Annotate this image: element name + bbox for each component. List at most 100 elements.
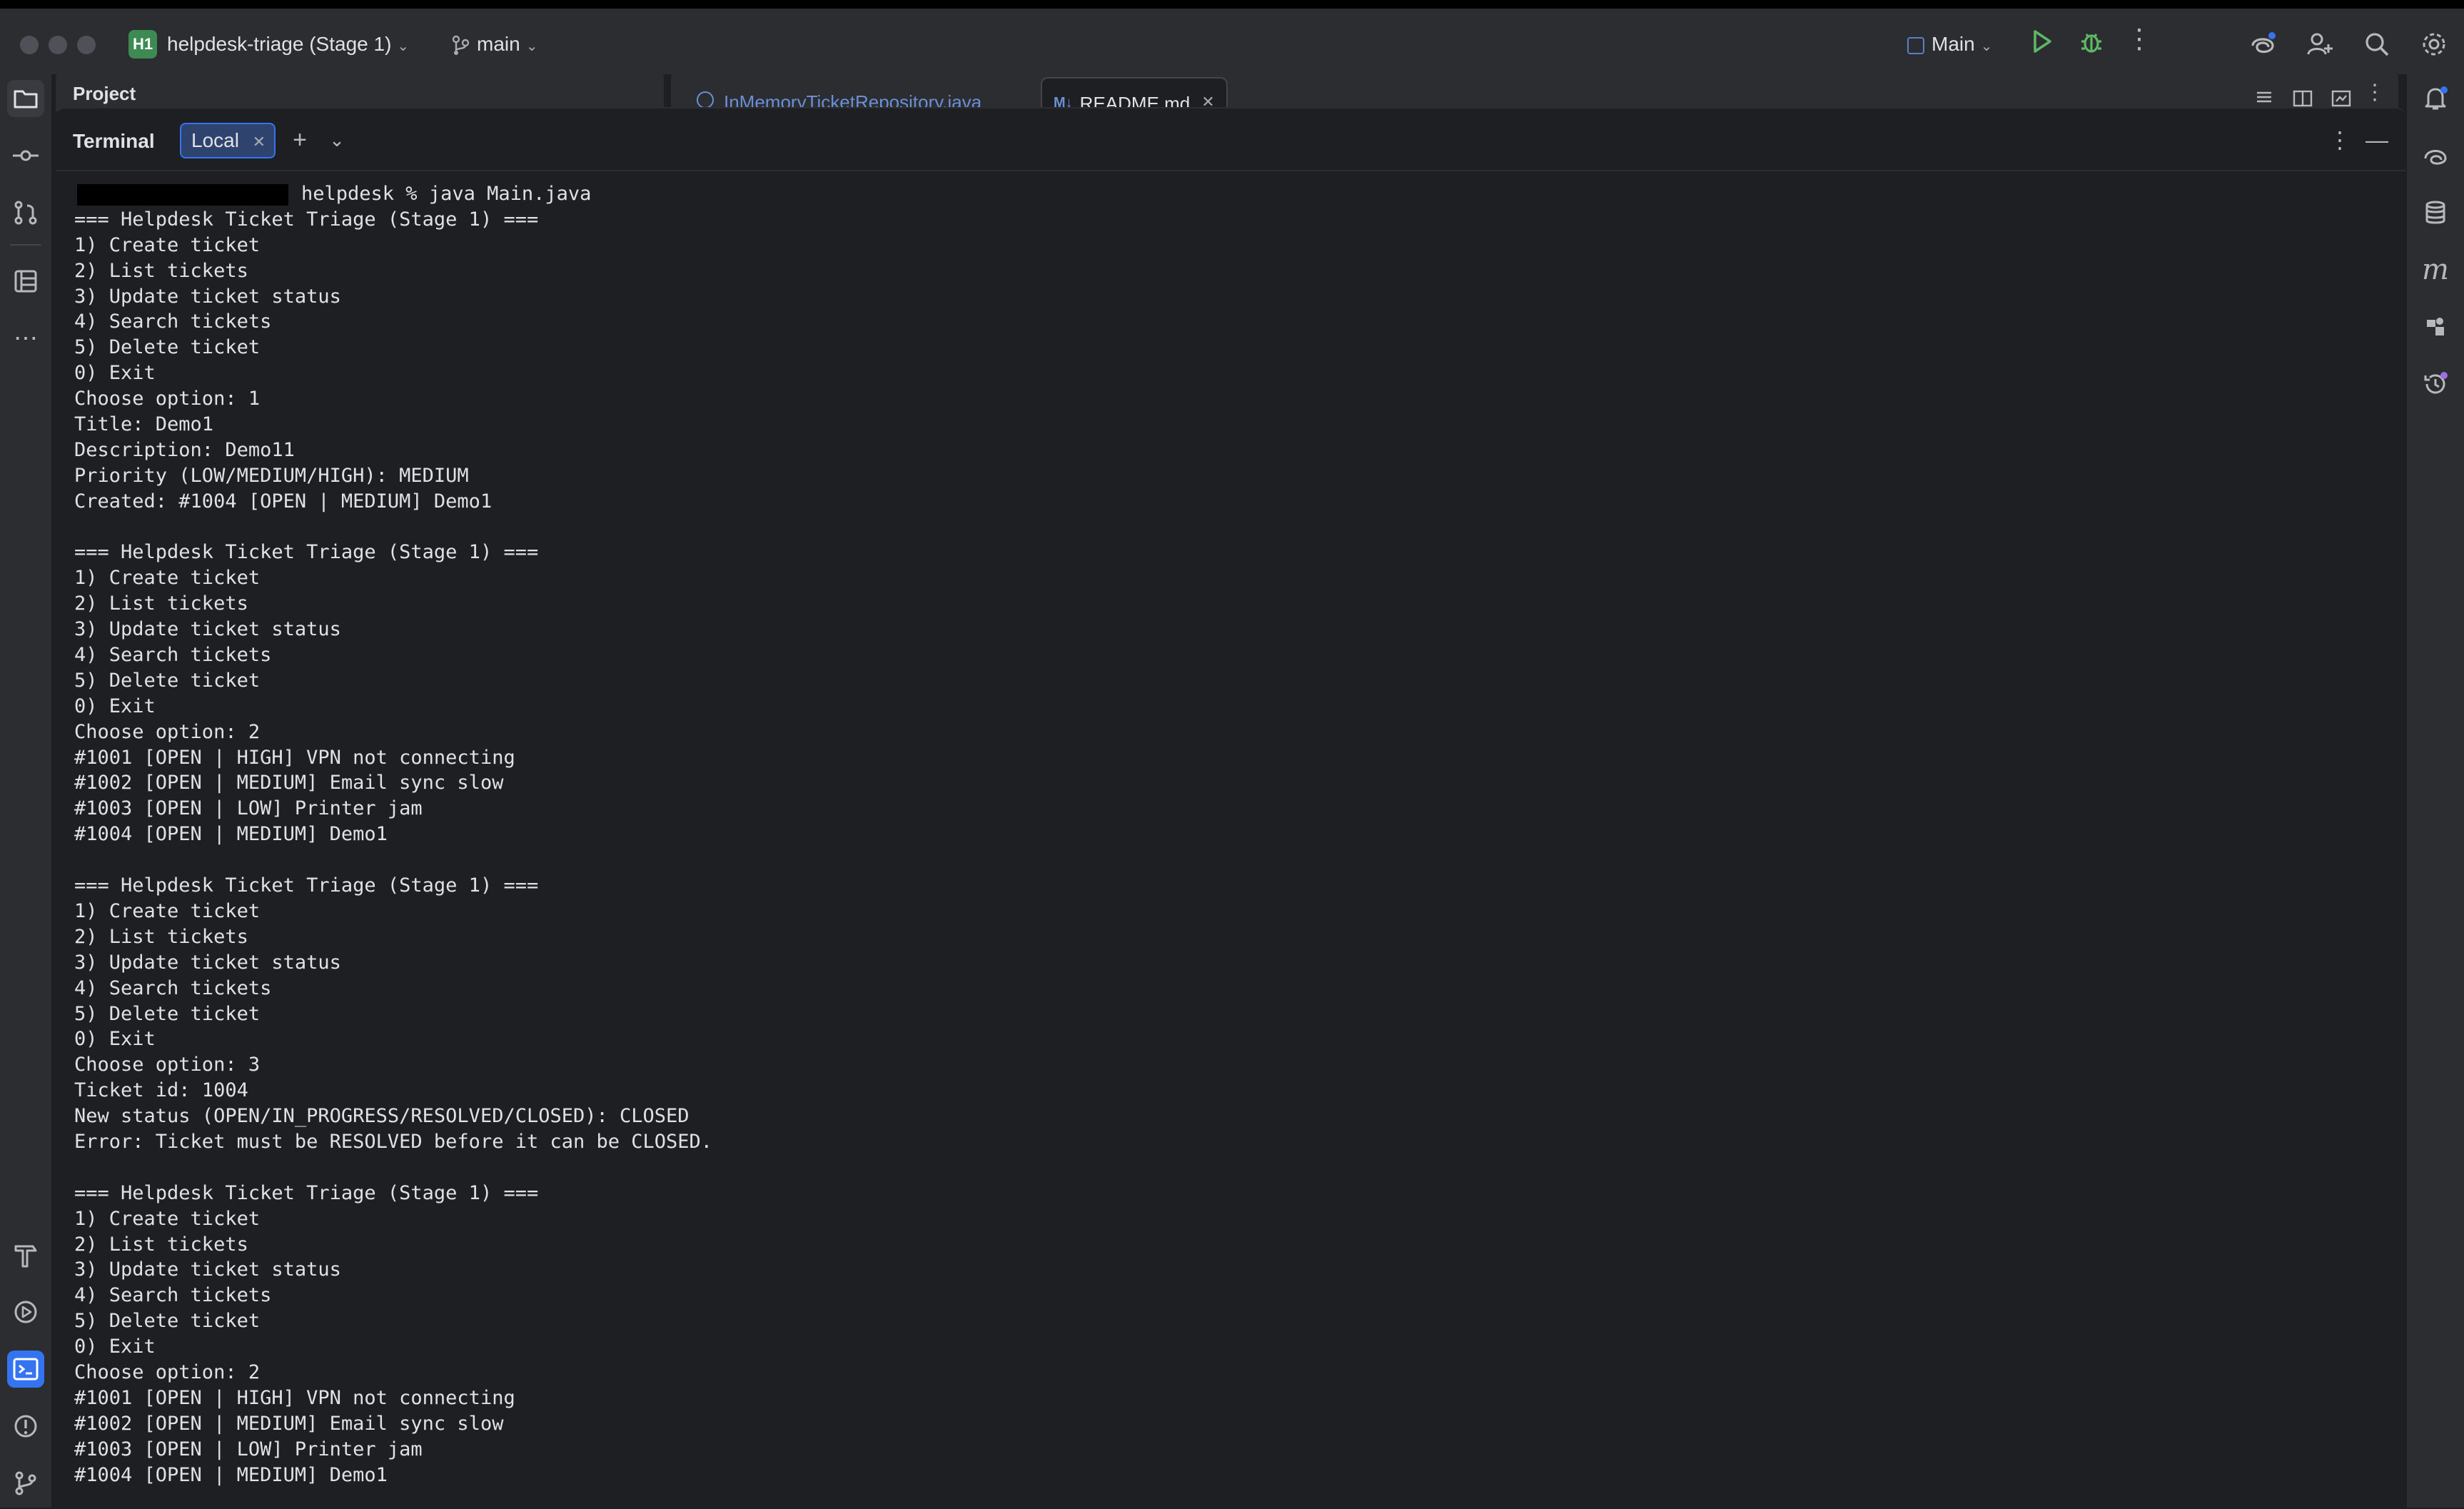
folder-icon[interactable] [7,80,44,117]
project-switcher[interactable]: helpdesk-triage (Stage 1) ⌄ [167,33,409,56]
project-label: Project [73,83,136,104]
terminal-line: Choose option: 3 [74,1054,261,1076]
terminal-line: 5) Delete ticket [74,1002,261,1025]
window-close-button[interactable] [20,36,39,54]
terminal-line: #1004 [OPEN | MEDIUM] Demo1 [74,1463,388,1486]
editor-tab-inmemory-repo[interactable]: InMemoryTicketRepository.java [685,77,993,111]
terminal-line: 2) List tickets [74,1233,248,1256]
terminal-title: Terminal [73,130,155,152]
new-terminal-tab-icon[interactable]: + [284,124,315,156]
terminal-line: New status (OPEN/IN_PROGRESS/RESOLVED/CL… [74,1105,690,1128]
terminal-line: Created: #1004 [OPEN | MEDIUM] Demo1 [74,490,493,513]
tool-divider [10,244,41,246]
terminal-icon[interactable] [7,1351,44,1388]
chevron-down-icon: ⌄ [397,39,410,54]
screen-top-edge [0,0,2464,9]
branch-icon [451,35,470,56]
terminal-line: 4) Search tickets [74,976,272,999]
terminal-line: #1001 [OPEN | HIGH] VPN not connecting [74,1386,515,1409]
notifications-icon[interactable] [2417,80,2454,117]
prompt-command: helpdesk % java Main.java [301,183,592,205]
debug-button[interactable] [2074,24,2109,59]
project-badge[interactable]: H1 [128,30,157,59]
search-icon[interactable] [2360,27,2394,61]
run-button[interactable] [2024,24,2059,59]
branch-switcher[interactable]: main ⌄ [451,33,537,56]
terminal-line: Ticket id: 1004 [74,1079,248,1102]
terminal-line: 1) Create ticket [74,1207,261,1230]
redacted-path [77,183,288,206]
terminal-line: 0) Exit [74,1336,156,1358]
ai-chat-icon[interactable] [2417,137,2454,174]
terminal-header: Terminal Local ✕ + ⌄ ⋮ — [56,108,2405,171]
commit-icon[interactable] [7,137,44,174]
terminal-line: 0) Exit [74,362,156,385]
terminal-line: 2) List tickets [74,592,248,615]
terminal-line: Choose option: 2 [74,1361,261,1383]
terminal-line: 5) Delete ticket [74,1310,261,1333]
terminal-panel: Terminal Local ✕ + ⌄ ⋮ — helpdesk % java… [56,107,2405,1509]
terminal-line: #1001 [OPEN | HIGH] VPN not connecting [74,746,515,769]
terminal-line: 3) Update ticket status [74,951,341,974]
run-config-label: Main [1932,33,1975,55]
terminal-line: Priority (LOW/MEDIUM/HIGH): MEDIUM [74,464,469,487]
problems-icon[interactable] [7,1408,44,1445]
terminal-line: 3) Update ticket status [74,618,341,641]
terminal-prompt-line: helpdesk % java Main.java [74,181,2405,207]
terminal-tab-local[interactable]: Local ✕ [180,123,276,158]
title-bar: H1 helpdesk-triage (Stage 1) ⌄ main ⌄ Main… [0,9,2464,74]
chevron-down-icon[interactable]: ⌄ [321,124,353,156]
terminal-line: 1) Create ticket [74,233,261,256]
bug-icon [2081,34,2101,53]
terminal-line: 5) Delete ticket [74,669,261,692]
minimize-panel-icon[interactable]: — [2361,124,2393,156]
more-icon[interactable]: ⋯ [7,320,44,357]
settings-gear-icon[interactable] [2417,27,2451,61]
more-actions-icon[interactable]: ⋮ [2126,23,2153,55]
terminal-line: #1003 [OPEN | LOW] Printer jam [74,1438,423,1460]
terminal-output[interactable]: helpdesk % java Main.java === Helpdesk T… [74,181,2405,1509]
terminal-line: 3) Update ticket status [74,285,341,308]
window-minimize-button[interactable] [49,36,67,54]
project-tool-window-header[interactable]: Project [56,69,664,111]
editor-tab-readme[interactable]: M↓ README.md ✕ [1041,77,1228,111]
build-icon[interactable] [7,1236,44,1273]
pull-request-icon[interactable] [7,194,44,231]
git-icon[interactable] [7,1465,44,1502]
plugins-icon[interactable] [2417,308,2454,345]
terminal-line: #1002 [OPEN | MEDIUM] Email sync slow [74,1412,504,1435]
chevron-down-icon: ⌄ [525,39,538,54]
window-zoom-button[interactable] [77,36,96,54]
play-icon [2034,30,2051,53]
left-tool-strip: ⋯ [0,74,51,1508]
run-config-icon [1907,36,1924,54]
structure-icon[interactable] [7,263,44,300]
services-icon[interactable] [7,1293,44,1331]
project-name: helpdesk-triage (Stage 1) [167,33,392,55]
terminal-line: Error: Ticket must be RESOLVED before it… [74,1130,713,1153]
maven-icon[interactable]: m [2417,251,2454,288]
history-icon[interactable] [2417,365,2454,403]
run-config-selector[interactable]: Main ⌄ [1907,33,1992,56]
editor-more-icon[interactable]: ⋮ [2364,80,2385,105]
terminal-line: #1004 [OPEN | MEDIUM] Demo1 [74,823,388,846]
java-class-icon [697,91,714,108]
terminal-line: 4) Search tickets [74,644,272,667]
ai-assistant-icon[interactable] [2246,27,2280,61]
close-icon[interactable]: ✕ [253,133,266,151]
terminal-line: 4) Search tickets [74,1284,272,1307]
add-user-icon[interactable] [2303,27,2337,61]
terminal-line: === Helpdesk Ticket Triage (Stage 1) === [74,1181,539,1204]
terminal-line: 5) Delete ticket [74,336,261,359]
terminal-line: === Helpdesk Ticket Triage (Stage 1) === [74,874,539,897]
terminal-line: 4) Search tickets [74,311,272,333]
terminal-line: Title: Demo1 [74,413,214,436]
terminal-options-icon[interactable]: ⋮ [2324,124,2356,156]
database-icon[interactable] [2417,194,2454,231]
terminal-line: 0) Exit [74,1028,156,1051]
terminal-line: Choose option: 2 [74,720,261,743]
terminal-lines: === Helpdesk Ticket Triage (Stage 1) ===… [74,207,2405,1488]
